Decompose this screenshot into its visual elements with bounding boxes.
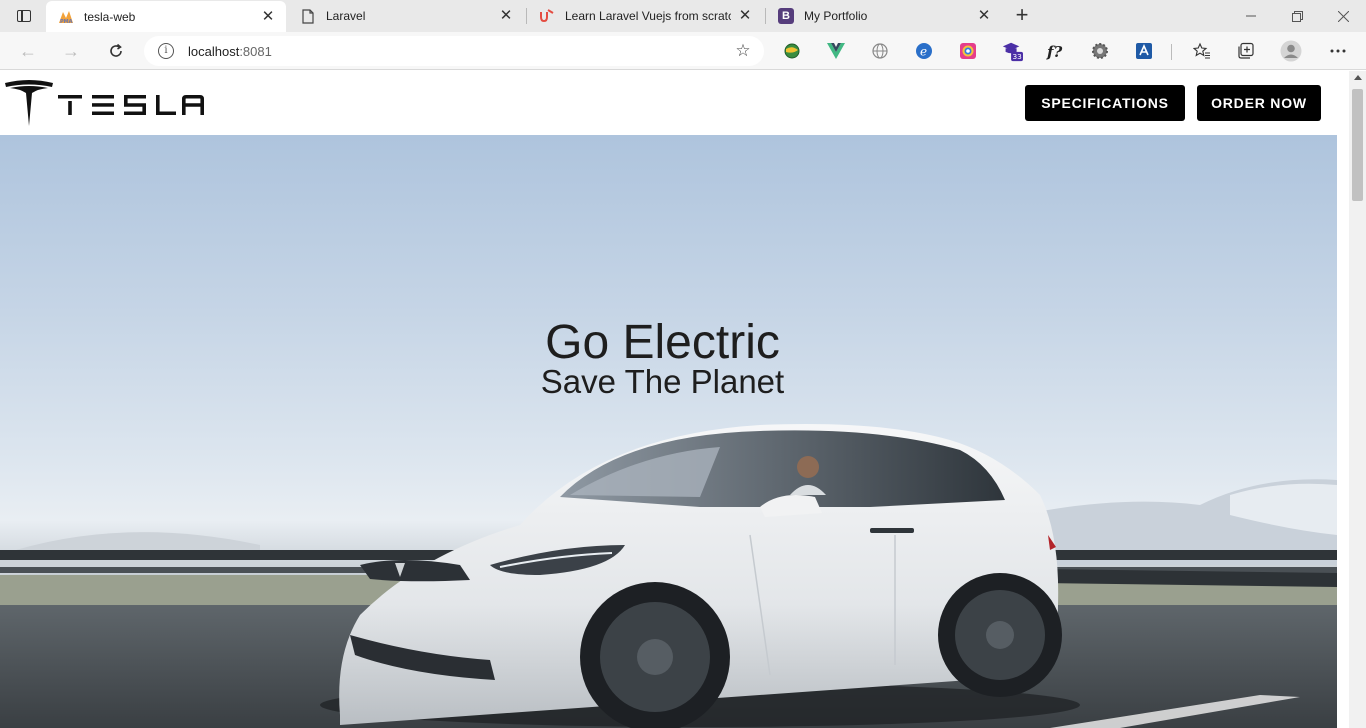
site-header: SPECIFICATIONS ORDER NOW xyxy=(0,71,1337,135)
svg-text:PMA: PMA xyxy=(60,19,73,24)
site-info-icon[interactable]: i xyxy=(158,43,174,59)
extension-badge: 33 xyxy=(1012,52,1022,61)
tesla-wordmark[interactable] xyxy=(58,95,204,115)
tesla-t-icon xyxy=(5,80,53,126)
forward-arrow-icon: → xyxy=(62,40,80,61)
scroll-thumb[interactable] xyxy=(1352,89,1363,201)
page-scrollbar[interactable] xyxy=(1349,71,1366,728)
hero-section: Go Electric Save The Planet xyxy=(0,135,1337,728)
toolbar-separator xyxy=(1171,44,1172,60)
close-window-icon xyxy=(1337,10,1349,22)
minimize-button[interactable] xyxy=(1228,0,1274,32)
tab-udemy[interactable]: Learn Laravel Vuejs from scratch ✕ xyxy=(527,0,763,32)
favorites-icon[interactable] xyxy=(1191,40,1213,62)
udemy-icon xyxy=(539,8,555,24)
back-arrow-icon: ← xyxy=(19,40,37,61)
restore-icon xyxy=(1291,10,1303,22)
add-favorite-icon[interactable]: ☆ xyxy=(734,42,752,60)
fonts-ninja-icon[interactable]: f? xyxy=(1045,40,1067,62)
ie-tab-icon[interactable]: e xyxy=(913,40,935,62)
tab-actions-icon xyxy=(17,10,31,22)
collections-icon[interactable] xyxy=(1235,40,1257,62)
web-icon[interactable] xyxy=(869,40,891,62)
hero-background-image xyxy=(0,424,1337,728)
vue-devtools-icon[interactable] xyxy=(825,40,847,62)
tab-title: tesla-web xyxy=(84,9,136,24)
reload-icon xyxy=(110,43,122,57)
close-tab-icon[interactable]: ✕ xyxy=(498,8,514,24)
page-viewport: SPECIFICATIONS ORDER NOW Go Electric Sav… xyxy=(0,71,1337,728)
close-tab-icon[interactable]: ✕ xyxy=(737,8,753,24)
forward-button[interactable]: → xyxy=(58,38,84,64)
new-tab-button[interactable]: + xyxy=(1010,4,1034,28)
back-button[interactable]: ← xyxy=(15,38,41,64)
more-options-icon[interactable] xyxy=(1327,40,1349,62)
close-tab-icon[interactable]: ✕ xyxy=(260,8,276,25)
order-now-button[interactable]: ORDER NOW xyxy=(1197,85,1321,121)
plus-icon: + xyxy=(1015,2,1029,27)
graduation-cap-icon[interactable]: 33 xyxy=(1001,40,1023,62)
tab-title: My Portfolio xyxy=(804,9,868,23)
browser-toolbar: ← → i localhost:8081 ☆ e 33 f? xyxy=(0,32,1366,70)
tab-laravel[interactable]: Laravel ✕ xyxy=(288,0,524,32)
hero-subtitle: Save The Planet xyxy=(540,363,785,400)
bootstrap-icon: B xyxy=(778,8,794,24)
hero-text: Go Electric Save The Planet xyxy=(0,315,1325,401)
url-port: :8081 xyxy=(239,43,272,59)
color-picker-icon[interactable] xyxy=(957,40,979,62)
page-icon xyxy=(300,8,316,24)
tab-title: Learn Laravel Vuejs from scratch xyxy=(565,9,731,23)
svg-text:f?: f? xyxy=(1046,43,1062,60)
translate-icon[interactable] xyxy=(1133,40,1155,62)
browser-tab-strip: PMA tesla-web ✕ Laravel ✕ Learn Laravel … xyxy=(0,0,1366,32)
profile-avatar-icon[interactable] xyxy=(1280,40,1302,62)
phpmyadmin-icon: PMA xyxy=(58,9,74,25)
url-text[interactable]: localhost:8081 xyxy=(188,44,734,59)
close-window-button[interactable] xyxy=(1320,0,1366,32)
tesla-logo[interactable] xyxy=(4,80,54,128)
svg-text:e: e xyxy=(920,45,927,59)
globe-extension-icon[interactable] xyxy=(781,40,803,62)
tesla-wordmark-logo xyxy=(58,95,204,115)
restore-button[interactable] xyxy=(1274,0,1320,32)
settings-extension-icon[interactable] xyxy=(1089,40,1111,62)
url-host: localhost xyxy=(188,43,240,59)
tab-actions-button[interactable] xyxy=(8,5,40,27)
tab-tesla-web[interactable]: PMA tesla-web ✕ xyxy=(46,1,286,32)
specifications-button[interactable]: SPECIFICATIONS xyxy=(1025,85,1185,121)
tab-title: Laravel xyxy=(326,9,366,23)
minimize-icon xyxy=(1246,15,1256,17)
tab-my-portfolio[interactable]: B My Portfolio ✕ xyxy=(766,0,1002,32)
reload-button[interactable] xyxy=(103,38,129,64)
scroll-up-arrow-icon[interactable] xyxy=(1354,75,1362,80)
address-bar[interactable]: i localhost:8081 ☆ xyxy=(144,36,764,66)
close-tab-icon[interactable]: ✕ xyxy=(976,8,992,24)
